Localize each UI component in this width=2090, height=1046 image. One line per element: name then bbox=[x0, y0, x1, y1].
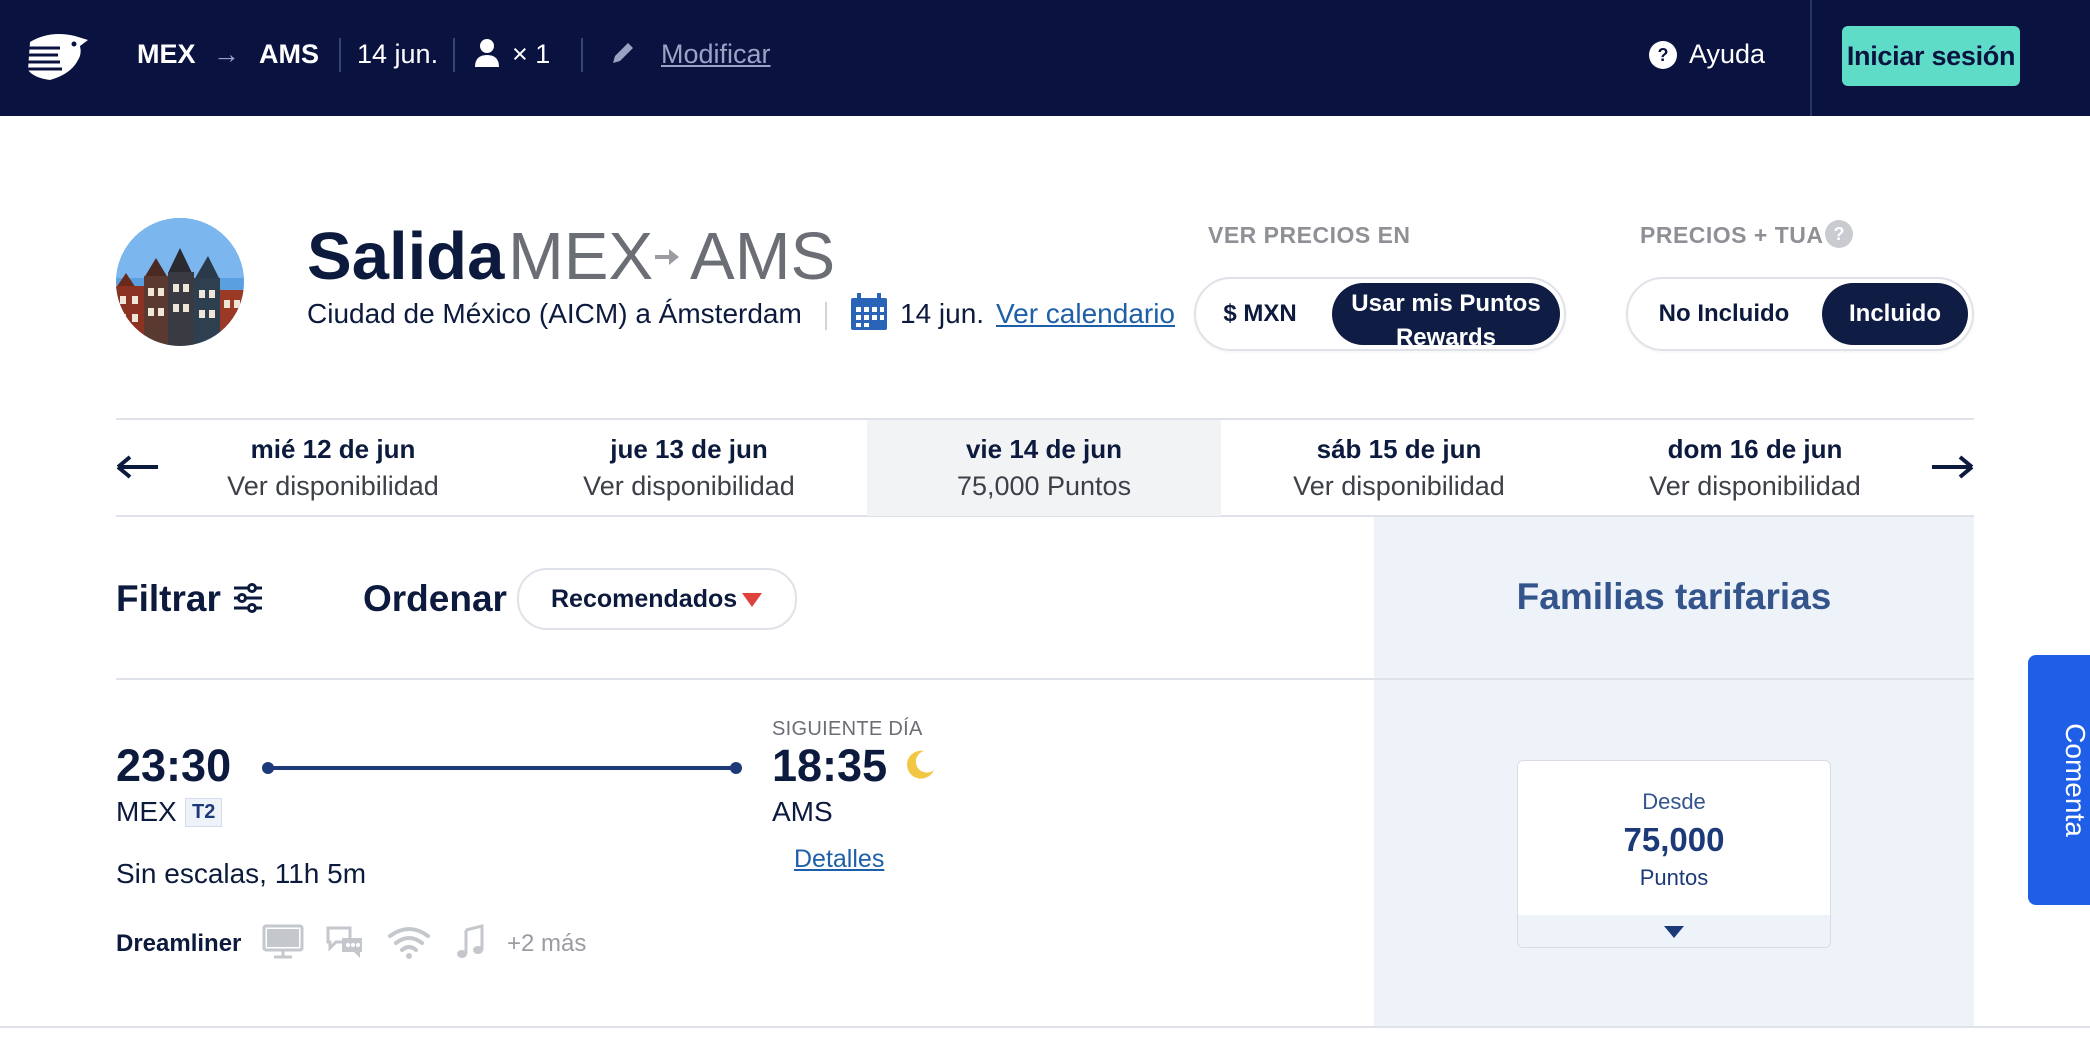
date-option-4[interactable]: dom 16 de jun Ver disponibilidad bbox=[1578, 420, 1932, 516]
fare-amount: 75,000 bbox=[1623, 821, 1725, 858]
topbar-divider bbox=[453, 38, 455, 72]
fare-expand-bar[interactable] bbox=[1518, 915, 1830, 947]
chat-icon bbox=[324, 924, 366, 962]
calendar-icon bbox=[849, 292, 889, 332]
title-origin-code: MEX bbox=[508, 219, 654, 294]
price-view-label: VER PRECIOS EN bbox=[1208, 222, 1411, 248]
flight-duration: Sin escalas, 11h 5m bbox=[116, 858, 367, 889]
flight-details-link[interactable]: Detalles bbox=[794, 845, 884, 874]
topbar-divider bbox=[339, 38, 341, 72]
dropdown-caret-icon bbox=[741, 592, 763, 608]
more-amenities-label: +2 más bbox=[507, 930, 587, 957]
login-button[interactable]: Iniciar sesión bbox=[1842, 26, 2020, 86]
help-icon[interactable]: ? bbox=[1648, 40, 1678, 70]
previous-dates-arrow-icon[interactable] bbox=[116, 452, 160, 482]
arrival-airport: AMS bbox=[772, 796, 833, 827]
moon-icon bbox=[902, 748, 936, 782]
route-description: Ciudad de México (AICM) a Ámsterdam bbox=[307, 298, 802, 329]
date-day-label: dom 16 de jun bbox=[1667, 434, 1843, 464]
date-option-selected[interactable]: vie 14 de jun 75,000 Puntos bbox=[867, 420, 1221, 516]
fare-price-card[interactable]: Desde 75,000 Puntos bbox=[1517, 760, 1831, 948]
currency-mxn-option[interactable]: $ MXN bbox=[1200, 283, 1320, 345]
date-status-label: 75,000 Puntos bbox=[956, 471, 1132, 501]
tua-toggle: No Incluido Incluido bbox=[1626, 277, 1974, 351]
aircraft-type: Dreamliner bbox=[116, 930, 242, 957]
passenger-icon bbox=[474, 38, 500, 68]
date-option-3[interactable]: sáb 15 de jun Ver disponibilidad bbox=[1222, 420, 1576, 516]
departure-time: 23:30 bbox=[116, 740, 232, 791]
tua-help-icon[interactable]: ? bbox=[1824, 219, 1854, 249]
next-day-label: SIGUIENTE DÍA bbox=[772, 718, 923, 740]
top-navigation-bar: MEX → AMS 14 jun. × 1 Modificar ? Ayuda … bbox=[0, 0, 2090, 116]
route-arrow-icon bbox=[653, 244, 681, 270]
filter-sliders-icon[interactable] bbox=[232, 582, 264, 614]
filter-button[interactable]: Filtrar bbox=[116, 578, 221, 620]
price-currency-toggle: $ MXN Usar mis Puntos Rewards bbox=[1194, 277, 1566, 351]
date-status-label: Ver disponibilidad bbox=[227, 471, 439, 501]
terminal-badge: T2 bbox=[185, 798, 223, 827]
topbar-passengers: × 1 bbox=[512, 39, 551, 69]
flight-route-line bbox=[262, 760, 742, 776]
date-status-label: Ver disponibilidad bbox=[583, 471, 795, 501]
next-dates-arrow-icon[interactable] bbox=[1930, 452, 1974, 482]
fare-families-heading: Familias tarifarias bbox=[1516, 576, 1832, 617]
date-day-label: sáb 15 de jun bbox=[1316, 434, 1482, 464]
topbar-arrow: → bbox=[213, 39, 240, 69]
date-status-label: Ver disponibilidad bbox=[1649, 471, 1861, 501]
topbar-destination: AMS bbox=[259, 39, 319, 69]
tua-label: PRECIOS + TUA bbox=[1640, 222, 1824, 248]
topbar-origin: MEX bbox=[137, 39, 196, 69]
feedback-label: Comenta bbox=[2060, 723, 2090, 837]
svg-text:?: ? bbox=[1834, 224, 1845, 244]
toolbar-divider bbox=[116, 678, 1974, 680]
date-day-label: vie 14 de jun bbox=[965, 434, 1123, 464]
music-icon bbox=[456, 924, 486, 960]
topbar-divider bbox=[581, 38, 583, 72]
page-title: Salida bbox=[307, 219, 505, 294]
pencil-icon bbox=[610, 40, 636, 66]
fare-from-label: Desde bbox=[1642, 789, 1706, 814]
modify-search-link[interactable]: Modificar bbox=[661, 38, 771, 70]
aeromexico-logo-icon[interactable] bbox=[20, 28, 90, 84]
arrival-time: 18:35 bbox=[772, 740, 888, 791]
date-day-label: mié 12 de jun bbox=[250, 434, 416, 464]
destination-avatar bbox=[116, 218, 244, 346]
svg-text:?: ? bbox=[1658, 45, 1669, 65]
monitor-icon bbox=[262, 924, 304, 960]
date-option-0[interactable]: mié 12 de jun Ver disponibilidad bbox=[156, 420, 510, 516]
tua-included-option[interactable]: Incluido bbox=[1822, 283, 1968, 345]
title-destination-code: AMS bbox=[690, 219, 836, 294]
results-bottom-border bbox=[0, 1026, 2090, 1028]
help-link[interactable]: Ayuda bbox=[1689, 38, 1765, 70]
topbar-date: 14 jun. bbox=[357, 39, 439, 69]
sort-label: Ordenar bbox=[363, 578, 507, 619]
sort-dropdown[interactable]: Recomendados bbox=[517, 568, 797, 630]
expand-caret-icon bbox=[1663, 925, 1685, 939]
view-calendar-link[interactable]: Ver calendario bbox=[996, 298, 1175, 330]
departure-airport: MEX bbox=[116, 796, 177, 827]
header-date: 14 jun. bbox=[900, 298, 985, 329]
date-day-label: jue 13 de jun bbox=[610, 434, 768, 464]
sort-selected-value: Recomendados bbox=[551, 585, 738, 613]
wifi-icon bbox=[386, 924, 432, 960]
date-option-1[interactable]: jue 13 de jun Ver disponibilidad bbox=[512, 420, 866, 516]
date-status-label: Ver disponibilidad bbox=[1293, 471, 1505, 501]
topbar-divider bbox=[1810, 0, 1812, 116]
use-points-option[interactable]: Usar mis Puntos Rewards bbox=[1332, 283, 1560, 345]
tua-not-included-option[interactable]: No Incluido bbox=[1634, 283, 1814, 345]
header-divider bbox=[825, 302, 827, 330]
fare-unit-label: Puntos bbox=[1639, 865, 1709, 890]
feedback-tab[interactable]: Comenta bbox=[2028, 655, 2090, 905]
